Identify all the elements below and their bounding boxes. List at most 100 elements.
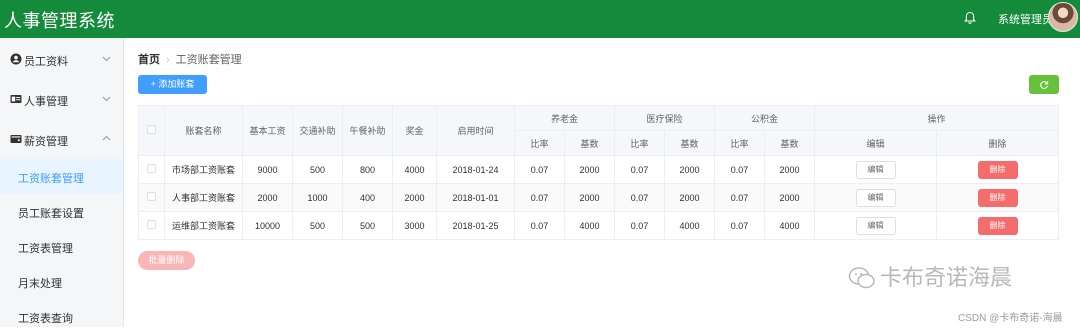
chevron-down-icon [102, 96, 111, 102]
col-medical: 医疗保险 [614, 105, 716, 131]
col-fund: 公积金 [714, 105, 816, 131]
csdn-watermark: CSDN @卡布奇诺-海晨 [958, 313, 1063, 324]
cell-base-salary: 9000 [242, 155, 293, 184]
delete-button[interactable]: 删除 [977, 160, 1018, 179]
top-bar: 人事管理系统 系统管理员 [0, 0, 1080, 38]
chevron-up-icon [102, 135, 111, 141]
edit-cell: 编辑 [814, 183, 938, 212]
cell-start-time: 2018-01-24 [436, 155, 515, 184]
col-lunch: 午餐补助 [342, 105, 393, 156]
sidebar-menu-employee-info[interactable]: 员工资料 [0, 39, 123, 79]
user-name[interactable]: 系统管理员 [998, 11, 1053, 27]
cell-lunch: 400 [342, 183, 393, 212]
table-row: 市场部工资账套 9000 500 800 4000 2018-01-24 0.07 2000 0… [138, 155, 1060, 184]
refresh-button[interactable] [1029, 75, 1059, 94]
watermark-text: 卡布奇诺海晨 [880, 265, 1013, 290]
edit-button[interactable]: 编辑 [855, 160, 896, 179]
cell-traffic: 500 [292, 211, 343, 240]
delete-button[interactable]: 删除 [977, 188, 1018, 207]
col-edit: 编辑 [814, 130, 938, 156]
cell-name: 人事部工资账套 [164, 183, 243, 212]
col-traffic: 交通补助 [292, 105, 343, 156]
col-start-time: 启用时间 [436, 105, 515, 156]
row-select-cell[interactable] [138, 183, 165, 212]
cell-base-salary: 2000 [242, 183, 293, 212]
cell-bonus: 4000 [392, 155, 437, 184]
bell-icon[interactable] [962, 10, 978, 26]
breadcrumb-home[interactable]: 首页 [138, 54, 160, 66]
cell-pension-ratio: 0.07 [514, 211, 565, 240]
edit-cell: 编辑 [814, 211, 938, 240]
cell-fund-base: 2000 [764, 183, 816, 212]
cell-name: 市场部工资账套 [164, 155, 243, 184]
sidebar-item-employee-account[interactable]: 员工账套设置 [0, 194, 123, 229]
breadcrumb: 首页 › 工资账套管理 [138, 51, 242, 67]
chevron-down-icon [102, 56, 111, 62]
cell-pension-ratio: 0.07 [514, 183, 565, 212]
breadcrumb-current: 工资账套管理 [175, 54, 242, 66]
delete-cell: 删除 [936, 155, 1060, 184]
table-row: 运维部工资账套 10000 500 500 3000 2018-01-25 0.07 4000… [138, 211, 1060, 240]
col-fund-ratio: 比率 [714, 130, 766, 156]
cell-base-salary: 10000 [242, 211, 293, 240]
sidebar-menu-personnel[interactable]: 人事管理 [0, 79, 123, 119]
cell-medical-base: 4000 [664, 211, 716, 240]
batch-delete-button[interactable]: 批量删除 [138, 251, 195, 270]
cell-fund-ratio: 0.07 [714, 183, 766, 212]
edit-cell: 编辑 [814, 155, 938, 184]
row-checkbox[interactable] [147, 220, 156, 229]
select-all-cell[interactable] [138, 105, 165, 156]
col-fund-base: 基数 [764, 130, 816, 156]
cell-pension-base: 2000 [563, 183, 616, 212]
cell-medical-base: 2000 [664, 183, 716, 212]
row-select-cell[interactable] [138, 155, 165, 184]
delete-cell: 删除 [936, 211, 1060, 240]
table-header-row: 账套名称 基本工资 交通补助 午餐补助 奖金 启用时间 养老金 医疗保险 公积金… [138, 105, 1060, 156]
cell-traffic: 1000 [292, 183, 343, 212]
sidebar-menu-salary[interactable]: 薪资管理 [0, 119, 123, 159]
delete-cell: 删除 [936, 183, 1060, 212]
cell-medical-ratio: 0.07 [614, 211, 666, 240]
col-operation: 操作 [814, 105, 1060, 131]
sidebar-menu-label: 人事管理 [24, 96, 68, 108]
cell-start-time: 2018-01-25 [436, 211, 515, 240]
cell-lunch: 800 [342, 155, 393, 184]
avatar[interactable] [1048, 2, 1078, 32]
sidebar-item-salary-sheet[interactable]: 工资表管理 [0, 229, 123, 264]
col-medical-base: 基数 [664, 130, 716, 156]
edit-button[interactable]: 编辑 [855, 188, 896, 207]
cell-pension-base: 2000 [563, 155, 616, 184]
edit-button[interactable]: 编辑 [855, 216, 896, 235]
add-account-button[interactable]: + 添加账套 [138, 75, 207, 94]
cell-medical-base: 2000 [664, 155, 716, 184]
col-pension-ratio: 比率 [514, 130, 565, 156]
col-name: 账套名称 [164, 105, 243, 156]
sidebar: 员工资料 人事管理 薪资管理 工资账套管理 员工账套设置 工资表管理 月末处理 … [0, 38, 124, 327]
select-all-checkbox[interactable] [147, 125, 156, 134]
sidebar-menu-label: 薪资管理 [24, 136, 68, 148]
col-pension-base: 基数 [563, 130, 616, 156]
table-row: 人事部工资账套 2000 1000 400 2000 2018-01-01 0.07 2000… [138, 183, 1060, 212]
cell-fund-base: 2000 [764, 155, 816, 184]
delete-button[interactable]: 删除 [977, 216, 1018, 235]
cell-bonus: 3000 [392, 211, 437, 240]
sidebar-item-salary-query[interactable]: 工资表查询 [0, 299, 123, 334]
sidebar-item-month-end[interactable]: 月末处理 [0, 264, 123, 299]
cell-bonus: 2000 [392, 183, 437, 212]
col-pension: 养老金 [513, 105, 616, 131]
sidebar-menu-label: 员工资料 [24, 56, 68, 68]
col-base-salary: 基本工资 [242, 105, 293, 156]
row-checkbox[interactable] [147, 192, 156, 201]
app-title: 人事管理系统 [4, 11, 115, 31]
wallet-icon [10, 135, 22, 143]
sidebar-item-salary-account[interactable]: 工资账套管理 [0, 159, 123, 194]
cell-fund-ratio: 0.07 [714, 155, 766, 184]
user-circle-icon [10, 53, 22, 65]
row-select-cell[interactable] [138, 211, 165, 240]
cell-medical-ratio: 0.07 [614, 155, 666, 184]
row-checkbox[interactable] [147, 164, 156, 173]
wechat-icon [848, 267, 875, 289]
col-medical-ratio: 比率 [614, 130, 666, 156]
refresh-icon [1040, 81, 1049, 90]
cell-fund-base: 4000 [764, 211, 816, 240]
